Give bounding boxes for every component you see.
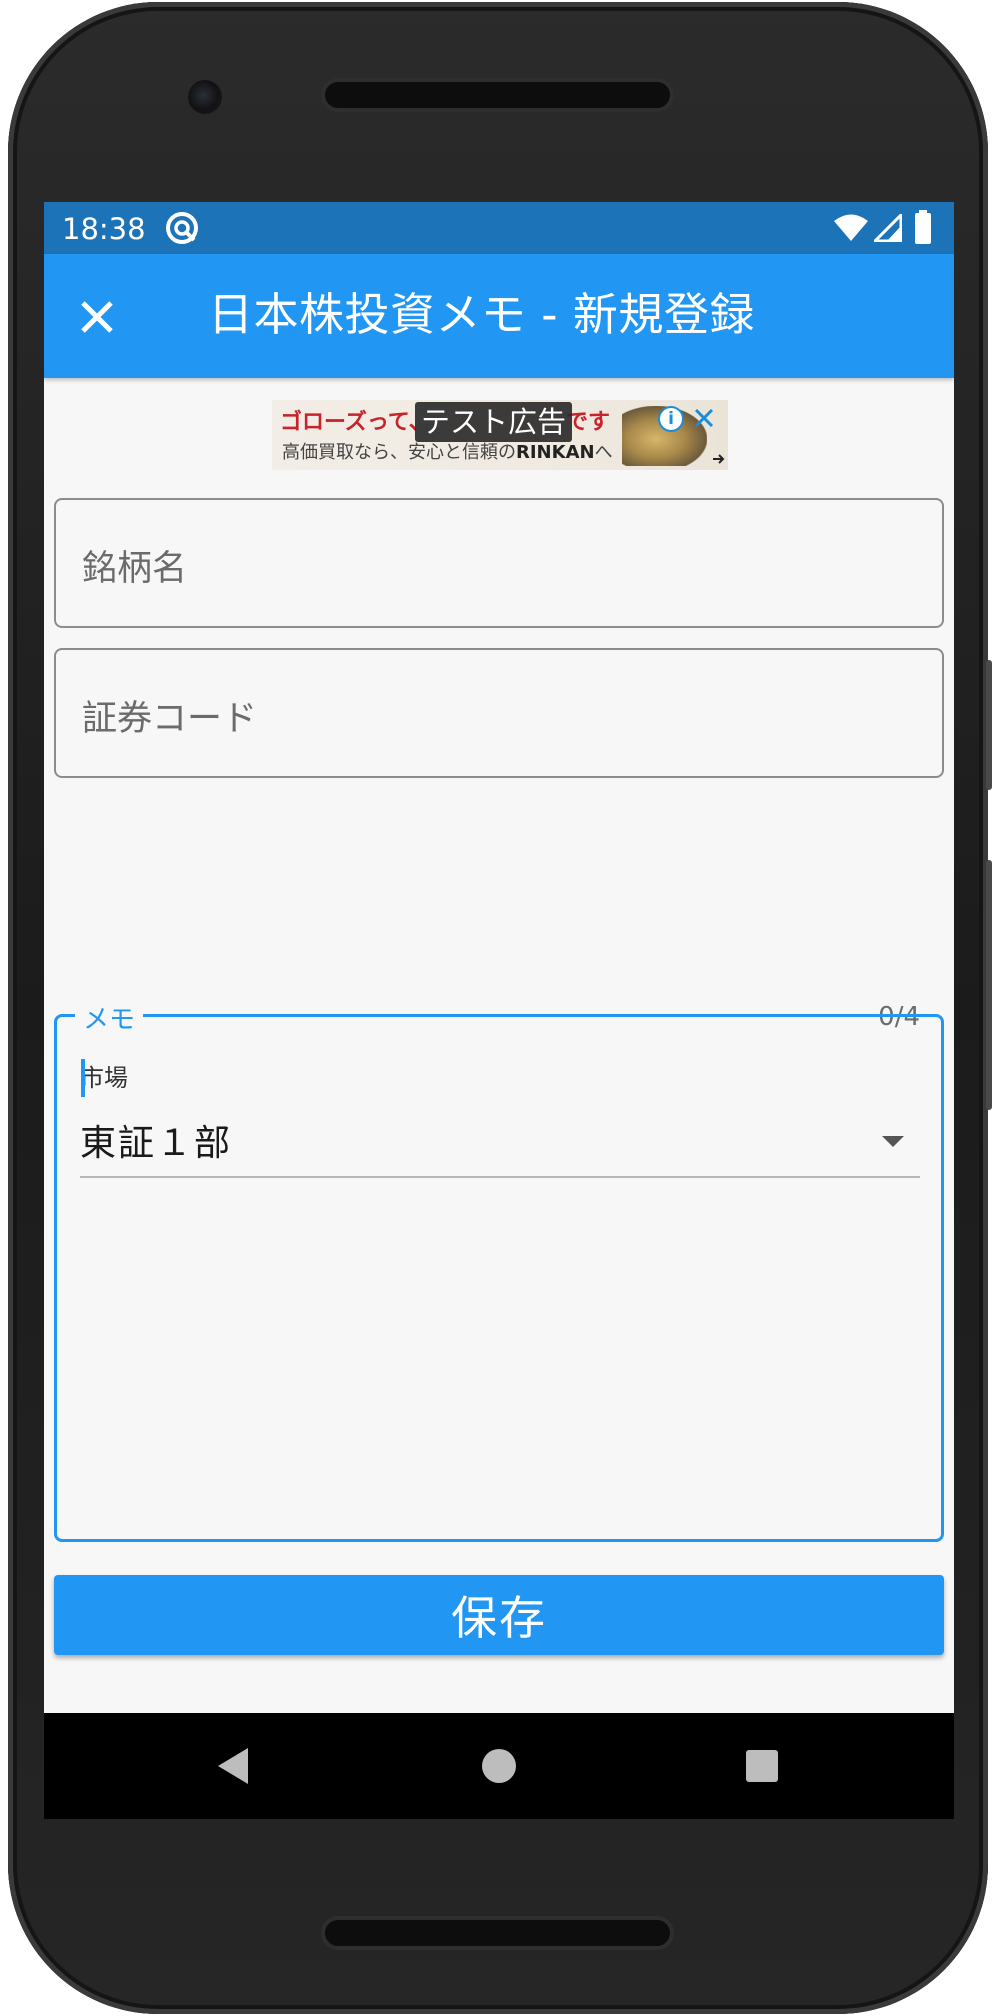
status-bar: 18:38: [44, 202, 954, 254]
back-icon: [218, 1748, 248, 1784]
ad-subline-right: へ: [594, 442, 613, 463]
ad-brand: RINKAN: [516, 442, 595, 463]
app-bar: 日本株投資メモ - 新規登録: [44, 254, 954, 378]
ad-arrow-icon: [713, 454, 725, 464]
test-ad-tag: テスト広告: [415, 402, 573, 442]
top-speaker: [321, 78, 674, 112]
ad-headline-left: ゴローズって、: [280, 410, 431, 435]
memo-textarea[interactable]: メモ: [54, 999, 944, 1542]
page-title: 日本株投資メモ - 新規登録: [208, 288, 755, 341]
front-camera: [188, 80, 222, 114]
volume-button: [986, 860, 992, 1110]
status-time: 18:38: [62, 212, 146, 246]
sync-icon: [166, 212, 198, 244]
wifi-icon: [834, 214, 868, 241]
back-button[interactable]: [174, 1713, 294, 1819]
home-button[interactable]: [439, 1713, 559, 1819]
battery-icon: [915, 210, 931, 244]
power-button: [986, 660, 992, 790]
ad-close-icon[interactable]: [690, 404, 718, 432]
stock-name-input[interactable]: 銘柄名: [54, 498, 944, 628]
app-screen: 18:38 日本株投資メモ - 新規登録 ゴローズって、 です 高価買取なら、安…: [44, 202, 954, 1819]
text-cursor: [81, 1059, 85, 1097]
navigation-bar: [44, 1713, 954, 1819]
ad-headline-right: です: [566, 410, 611, 435]
bottom-speaker: [321, 1916, 674, 1950]
close-button[interactable]: [72, 292, 122, 342]
home-icon: [482, 1749, 516, 1783]
recents-button[interactable]: [702, 1713, 822, 1819]
memo-label: メモ: [75, 999, 144, 1036]
security-code-label: 証券コード: [82, 699, 258, 739]
security-code-input[interactable]: 証券コード: [54, 648, 944, 778]
close-icon: [81, 301, 113, 333]
save-button[interactable]: 保存: [54, 1575, 944, 1655]
signal-icon: [874, 214, 902, 242]
ad-banner[interactable]: ゴローズって、 です 高価買取なら、安心と信頼のRINKANへ テスト広告 i: [272, 400, 728, 470]
ad-subline-left: 高価買取なら、安心と信頼の: [282, 442, 516, 463]
recents-icon: [746, 1750, 778, 1782]
ad-info-icon[interactable]: i: [658, 406, 684, 432]
stock-name-label: 銘柄名: [82, 549, 188, 589]
